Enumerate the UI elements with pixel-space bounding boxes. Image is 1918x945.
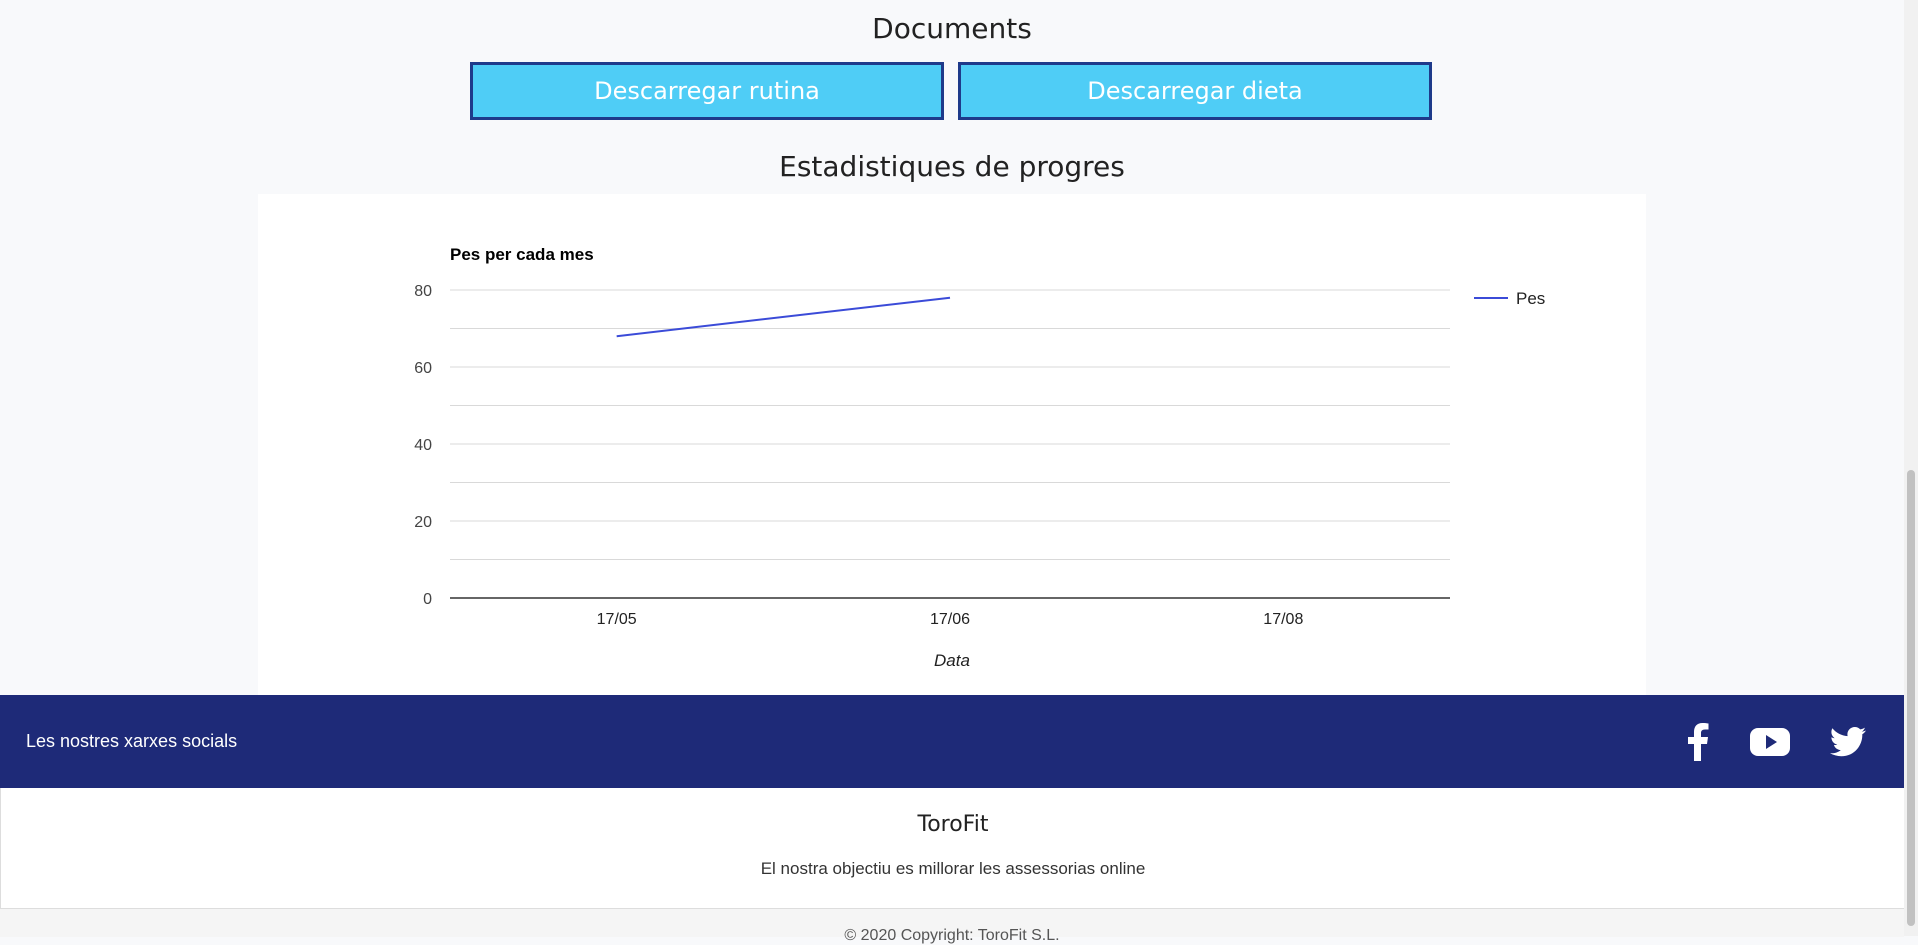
y-tick-label: 80 <box>414 283 432 300</box>
y-tick-label: 60 <box>414 360 432 377</box>
chart-title: Pes per cada mes <box>450 245 594 264</box>
legend-label: Pes <box>1516 289 1545 308</box>
documents-title: Documents <box>872 12 1032 45</box>
copyright-text: © 2020 Copyright: ToroFit S.L. <box>844 927 1060 944</box>
x-tick-label: 17/05 <box>597 611 637 628</box>
brand-tagline: El nostra objectiu es millorar les asses… <box>760 859 1146 878</box>
x-axis-label: Data <box>934 651 970 670</box>
social-label: Les nostres xarxes socials <box>26 731 238 751</box>
facebook-icon[interactable] <box>1676 720 1720 764</box>
y-tick-label: 20 <box>414 514 432 531</box>
x-tick-label: 17/06 <box>930 611 970 628</box>
series-line-pes <box>616 296 951 338</box>
stats-title: Estadistiques de progres <box>779 150 1125 183</box>
page: Documents Descarregar rutina Descarregar… <box>0 0 1905 944</box>
brand-area: ToroFit El nostra objectiu es millorar l… <box>0 788 1905 908</box>
youtube-icon[interactable] <box>1748 720 1792 764</box>
y-tick-label: 40 <box>414 437 432 454</box>
copyright-bar: © 2020 Copyright: ToroFit S.L. <box>0 908 1904 944</box>
brand-name: ToroFit <box>917 812 989 837</box>
twitter-icon[interactable] <box>1826 720 1870 764</box>
y-tick-label: 0 <box>423 591 432 608</box>
download-diet-button[interactable]: Descarregar dieta <box>958 62 1432 120</box>
chart-card: Pes per cada mes 0 20 40 60 80 17/05 17/06 17/… <box>258 194 1646 696</box>
x-tick-label: 17/08 <box>1263 611 1303 628</box>
weight-chart: Pes per cada mes 0 20 40 60 80 17/05 17/06 17/… <box>414 245 1545 670</box>
scrollbar[interactable] <box>1904 0 1918 936</box>
download-routine-button[interactable]: Descarregar rutina <box>470 62 944 120</box>
scrollbar-thumb[interactable] <box>1907 470 1915 926</box>
social-bar: Les nostres xarxes socials <box>0 695 1904 788</box>
